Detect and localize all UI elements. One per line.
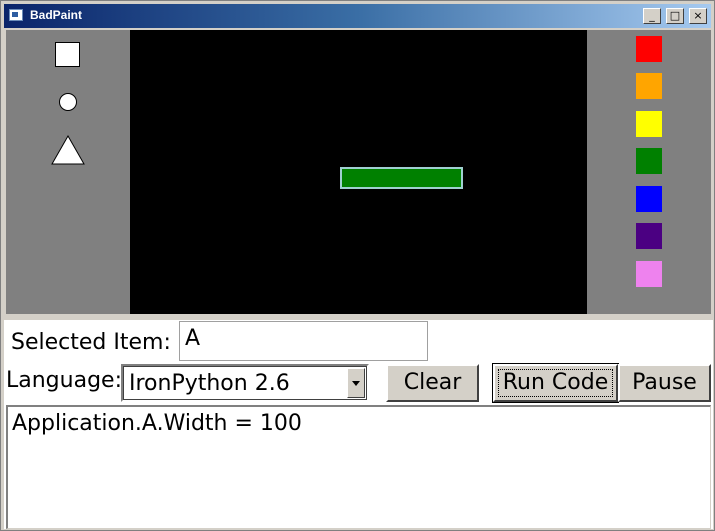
color-swatch-yellow[interactable]: [636, 111, 662, 137]
shape-toolbox: [6, 30, 130, 314]
clear-button[interactable]: Clear: [386, 364, 479, 402]
pause-button[interactable]: Pause: [618, 364, 711, 402]
language-label: Language:: [6, 368, 122, 393]
window-title: BadPaint: [30, 8, 83, 22]
selected-item-label: Selected Item:: [11, 330, 171, 355]
title-bar[interactable]: BadPaint _ □ ×: [4, 4, 711, 28]
app-icon[interactable]: [9, 9, 23, 21]
circle-tool-icon[interactable]: [59, 93, 77, 111]
color-swatch-orange[interactable]: [636, 73, 662, 99]
color-swatch-indigo[interactable]: [636, 223, 662, 249]
code-editor[interactable]: Application.A.Width = 100: [6, 405, 711, 529]
square-tool-icon[interactable]: [55, 42, 80, 67]
run-code-label: Run Code: [502, 370, 609, 395]
drawing-canvas[interactable]: [130, 30, 587, 314]
color-palette: [587, 30, 711, 314]
language-select[interactable]: IronPython 2.6: [121, 364, 369, 402]
run-code-button[interactable]: Run Code: [492, 363, 619, 403]
maximize-button[interactable]: □: [666, 8, 684, 24]
badpaint-window: BadPaint _ □ × Selected Item: A Language…: [0, 0, 715, 531]
triangle-tool-icon[interactable]: [51, 135, 85, 165]
color-swatch-red[interactable]: [636, 36, 662, 62]
chevron-down-icon[interactable]: [347, 368, 365, 398]
selected-item-input[interactable]: A: [179, 321, 428, 361]
color-swatch-blue[interactable]: [636, 186, 662, 212]
language-select-value: IronPython 2.6: [129, 371, 290, 396]
canvas-item-a[interactable]: [340, 167, 463, 189]
minimize-button[interactable]: _: [643, 8, 661, 24]
color-swatch-violet[interactable]: [636, 261, 662, 287]
color-swatch-green[interactable]: [636, 148, 662, 174]
close-button[interactable]: ×: [689, 8, 707, 24]
